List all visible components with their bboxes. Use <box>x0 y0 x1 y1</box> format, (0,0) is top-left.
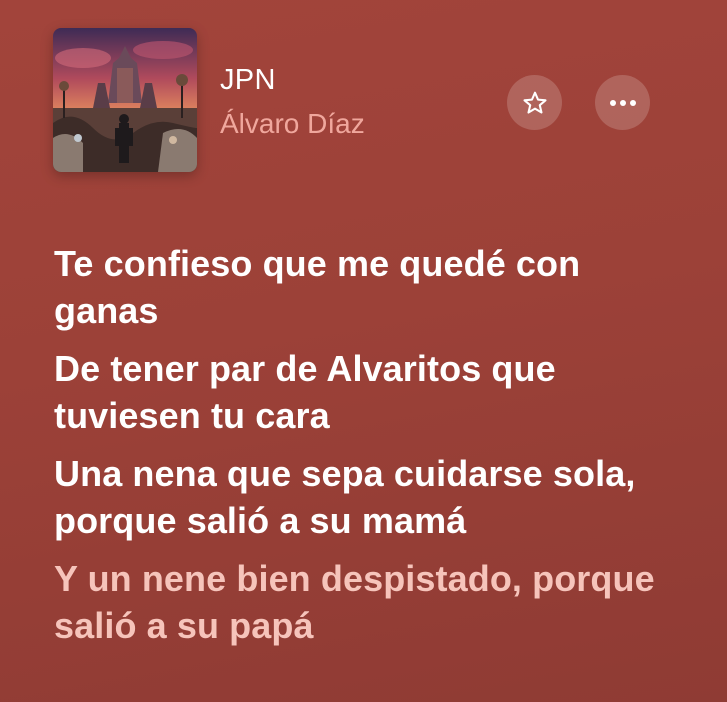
album-artwork-image <box>53 28 197 172</box>
star-icon <box>522 91 547 114</box>
track-title[interactable]: JPN <box>220 64 276 97</box>
favorite-button[interactable] <box>507 75 562 130</box>
album-artwork[interactable] <box>53 28 197 172</box>
lyrics-panel: Te confieso que me quedé con ganas De te… <box>54 240 674 660</box>
more-options-button[interactable] <box>595 75 650 130</box>
lyric-line[interactable]: De tener par de Alvaritos que tuviesen t… <box>54 345 674 439</box>
lyric-line[interactable]: Una nena que sepa cuidarse sola, porque … <box>54 450 674 544</box>
track-artist[interactable]: Álvaro Díaz <box>220 108 365 140</box>
lyric-line-current[interactable]: Y un nene bien despistado, porque salió … <box>54 555 674 649</box>
now-playing-header: JPN Álvaro Díaz <box>0 0 727 200</box>
ellipsis-icon <box>609 99 636 106</box>
lyric-line[interactable]: Te confieso que me quedé con ganas <box>54 240 674 334</box>
